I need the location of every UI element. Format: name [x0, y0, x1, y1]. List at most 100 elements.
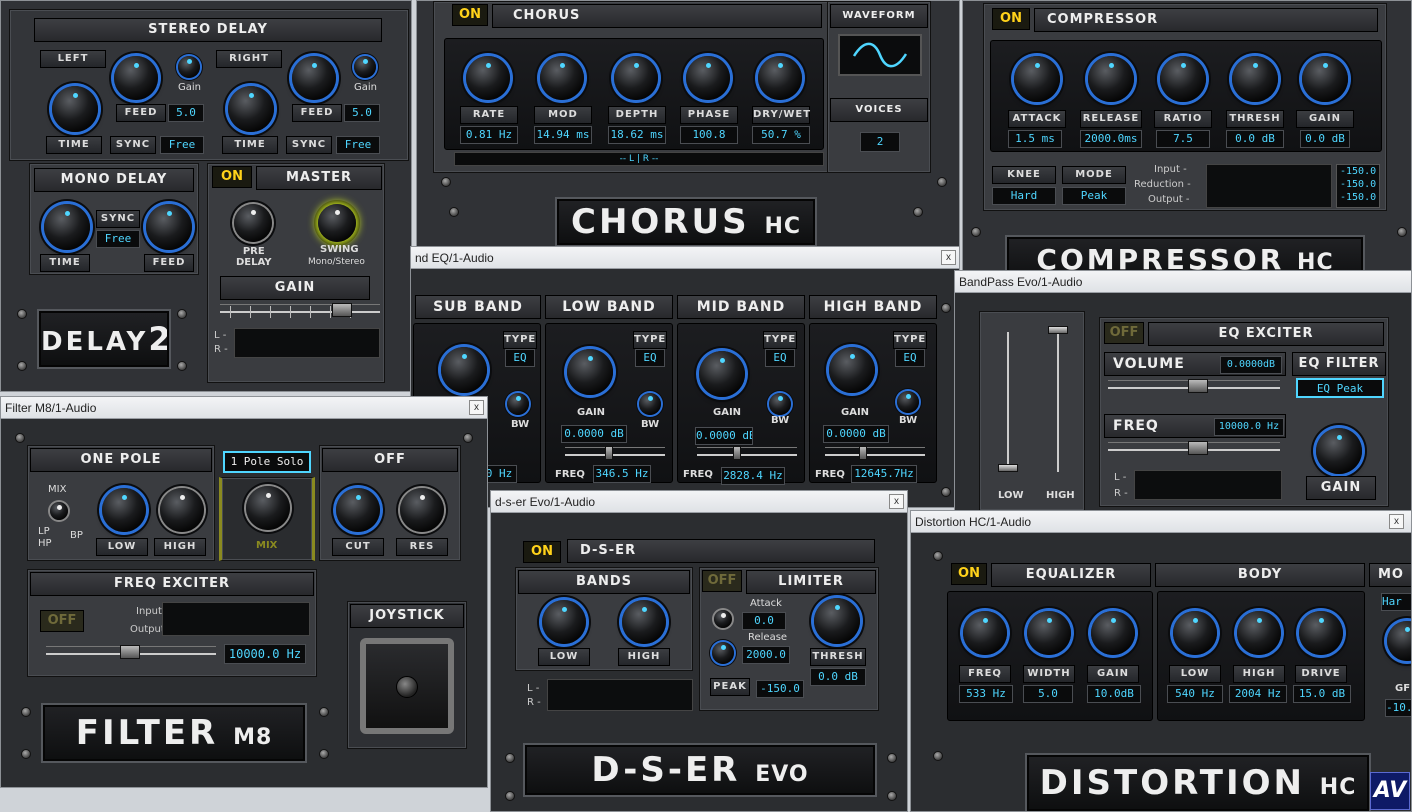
left-feed-value[interactable]: 5.0 — [168, 104, 204, 122]
ratio-value[interactable]: 7.5 — [1156, 130, 1210, 148]
cut-knob[interactable] — [336, 488, 380, 532]
peak-value[interactable]: -150.0 — [756, 680, 804, 698]
dist-freq-knob[interactable] — [963, 611, 1007, 655]
mid-type-value[interactable]: EQ — [765, 349, 795, 367]
master-on-button[interactable]: ON — [212, 166, 252, 188]
mid-gain-value[interactable]: 0.0000 dB — [695, 427, 753, 445]
voices-value[interactable]: 2 — [860, 132, 900, 152]
right-sync-value[interactable]: Free — [336, 136, 380, 154]
band-eq-close-button[interactable]: x — [941, 250, 956, 265]
low-gain-knob[interactable] — [567, 349, 613, 395]
high-bw-knob[interactable] — [897, 391, 919, 413]
fe-freq-slider[interactable] — [46, 645, 216, 662]
mix-main-knob[interactable] — [246, 486, 290, 530]
eq-filter-type[interactable]: EQ Peak — [1296, 378, 1384, 398]
sub-type-value[interactable]: EQ — [505, 349, 535, 367]
chorus-depth-knob[interactable] — [614, 56, 658, 100]
dser-thresh-knob[interactable] — [814, 598, 860, 644]
gain-slider[interactable] — [220, 303, 380, 320]
dist-high-value[interactable]: 2004 Hz — [1229, 685, 1287, 703]
low-freq-slider[interactable] — [565, 446, 665, 463]
mix-knob[interactable] — [50, 502, 68, 520]
high-type-value[interactable]: EQ — [895, 349, 925, 367]
dist-width-knob[interactable] — [1027, 611, 1071, 655]
dser-release-knob[interactable] — [712, 642, 734, 664]
high-vertical-slider[interactable] — [1048, 326, 1068, 472]
right-time-knob[interactable] — [228, 86, 274, 132]
attack-value[interactable]: 1.5 ms — [1008, 130, 1062, 148]
joystick-pad[interactable] — [360, 638, 454, 734]
ratio-knob[interactable] — [1160, 56, 1206, 102]
dist-high-knob[interactable] — [1237, 611, 1281, 655]
pole-mode-select[interactable]: 1 Pole Solo — [223, 451, 311, 473]
release-value[interactable]: 2000.0 — [742, 646, 790, 664]
low-freq-value[interactable]: 346.5 Hz — [593, 465, 651, 483]
right-feed-value[interactable]: 5.0 — [344, 104, 380, 122]
dser-attack-knob[interactable] — [714, 610, 732, 628]
low-type-value[interactable]: EQ — [635, 349, 665, 367]
low-vertical-slider[interactable] — [998, 332, 1018, 472]
attack-knob[interactable] — [1014, 56, 1060, 102]
dser-high-knob[interactable] — [622, 600, 666, 644]
dist-side-knob[interactable] — [1387, 621, 1411, 661]
knee-value[interactable]: Hard — [992, 187, 1056, 205]
dist-low-knob[interactable] — [1173, 611, 1217, 655]
distortion-on-button[interactable]: ON — [951, 563, 987, 585]
dser-close-button[interactable]: x — [889, 494, 904, 509]
volume-slider[interactable] — [1108, 379, 1280, 396]
thresh-value[interactable]: 0.0 dB — [1226, 130, 1284, 148]
dist-gain-knob[interactable] — [1091, 611, 1135, 655]
mono-time-knob[interactable] — [44, 204, 90, 250]
fe-freq-value[interactable]: 10000.0 Hz — [224, 644, 306, 664]
attack-value[interactable]: 0.0 — [742, 612, 786, 630]
release-knob[interactable] — [1088, 56, 1134, 102]
dist-drive-knob[interactable] — [1299, 611, 1343, 655]
chorus-drywet-knob[interactable] — [758, 56, 802, 100]
dser-thresh-value[interactable]: 0.0 dB — [810, 668, 866, 686]
low-knob[interactable] — [102, 488, 146, 532]
swing-knob[interactable] — [318, 204, 356, 242]
high-knob[interactable] — [160, 488, 204, 532]
high-gain-value[interactable]: 0.0000 dB — [823, 425, 889, 443]
release-value[interactable]: 2000.0ms — [1080, 130, 1142, 148]
high-gain-knob[interactable] — [829, 347, 875, 393]
chorus-drywet-value[interactable]: 50.7 % — [752, 126, 810, 144]
right-gain-knob[interactable] — [354, 56, 376, 78]
bp-gain-knob[interactable] — [1316, 428, 1362, 474]
dist-drive-value[interactable]: 15.0 dB — [1293, 685, 1351, 703]
mid-bw-knob[interactable] — [769, 393, 791, 415]
low-gain-value[interactable]: 0.0000 dB — [561, 425, 627, 443]
bp-freq-slider[interactable] — [1108, 441, 1280, 458]
mid-freq-value[interactable]: 2828.4 Hz — [721, 467, 785, 485]
comp-gain-value[interactable]: 0.0 dB — [1300, 130, 1350, 148]
filter-close-button[interactable]: x — [469, 400, 484, 415]
dist-low-value[interactable]: 540 Hz — [1167, 685, 1223, 703]
pre-delay-knob[interactable] — [234, 204, 272, 242]
freq-exciter-off-button[interactable]: OFF — [40, 610, 84, 632]
chorus-depth-value[interactable]: 18.62 ms — [608, 126, 666, 144]
comp-gain-knob[interactable] — [1302, 56, 1348, 102]
sub-bw-knob[interactable] — [507, 393, 529, 415]
volume-value[interactable]: 0.0000dB — [1220, 356, 1282, 374]
chorus-rate-knob[interactable] — [466, 56, 510, 100]
dist-width-value[interactable]: 5.0 — [1023, 685, 1073, 703]
chorus-phase-knob[interactable] — [686, 56, 730, 100]
left-sync-value[interactable]: Free — [160, 136, 204, 154]
dist-gain-value[interactable]: 10.0dB — [1087, 685, 1141, 703]
high-freq-slider[interactable] — [825, 446, 925, 463]
bp-freq-value[interactable]: 10000.0 Hz — [1214, 418, 1284, 436]
joystick-knob-icon[interactable] — [396, 676, 418, 698]
left-time-knob[interactable] — [52, 86, 98, 132]
chorus-mod-knob[interactable] — [540, 56, 584, 100]
mode-value[interactable]: Peak — [1062, 187, 1126, 205]
dser-on-button[interactable]: ON — [523, 541, 561, 563]
res-knob[interactable] — [400, 488, 444, 532]
chorus-rate-value[interactable]: 0.81 Hz — [460, 126, 518, 144]
low-bw-knob[interactable] — [639, 393, 661, 415]
mid-freq-slider[interactable] — [697, 446, 797, 463]
harmonic-select[interactable]: Har — [1381, 593, 1411, 611]
chorus-mod-value[interactable]: 14.94 ms — [534, 126, 592, 144]
sub-gain-knob[interactable] — [441, 347, 487, 393]
left-feed-knob[interactable] — [114, 56, 158, 100]
distortion-close-button[interactable]: x — [1389, 514, 1404, 529]
